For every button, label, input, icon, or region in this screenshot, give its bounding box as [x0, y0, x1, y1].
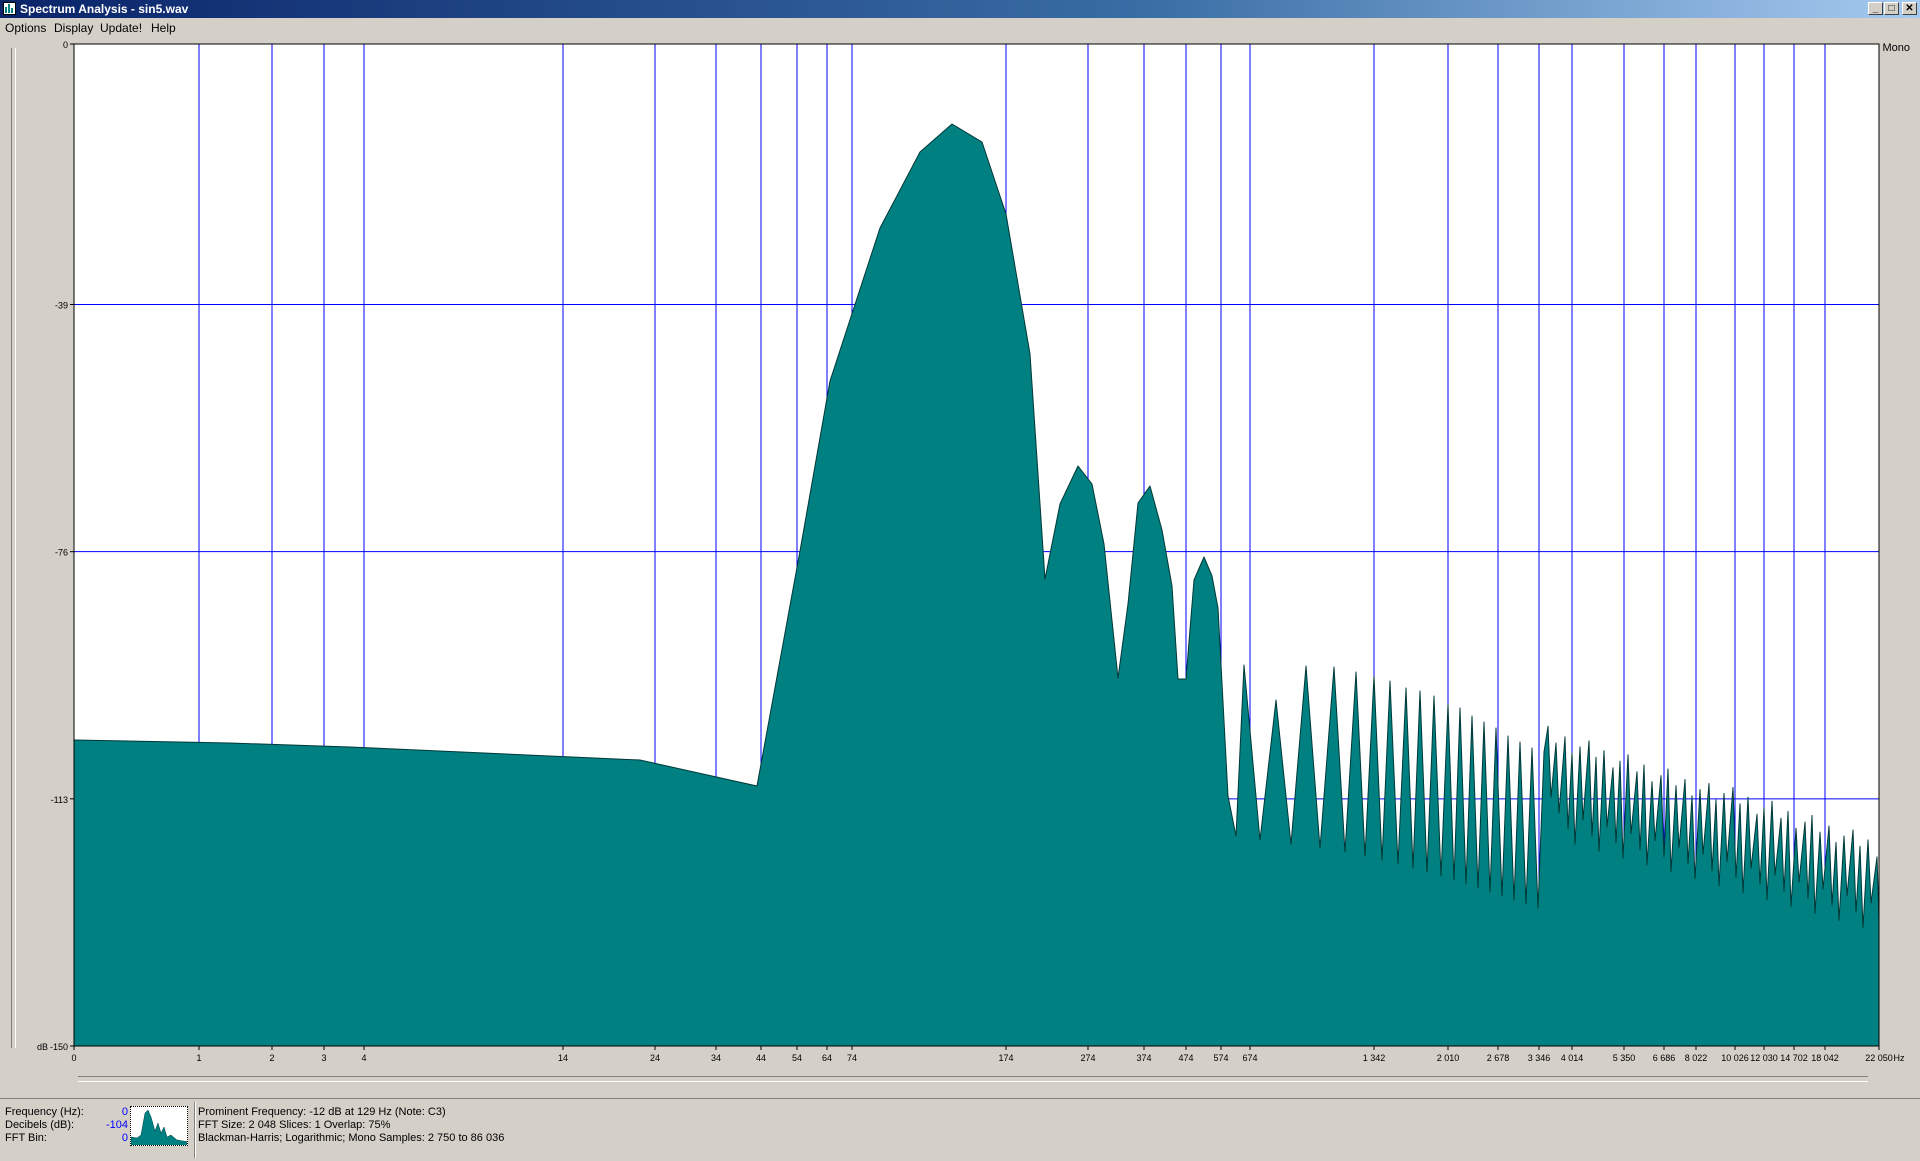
menu-display[interactable]: Display [54, 21, 93, 35]
fft-bin-label: FFT Bin: [5, 1132, 47, 1144]
x-tick-label: 12 030 [1750, 1053, 1778, 1063]
x-tick-label: 24 [650, 1053, 660, 1063]
window-title: Spectrum Analysis - sin5.wav [20, 2, 189, 16]
x-tick-label: 374 [1136, 1053, 1151, 1063]
spectrum-app-icon [3, 2, 16, 15]
x-tick-label: 0 [71, 1053, 76, 1063]
y-tick-label: -39 [55, 301, 68, 311]
restore-button[interactable]: □ [1884, 2, 1899, 15]
x-tick-label: 574 [1213, 1053, 1228, 1063]
decibels-value: -104 [105, 1119, 128, 1131]
frequency-label: Frequency (Hz): [5, 1106, 84, 1118]
x-tick-label: 22 050 [1865, 1053, 1893, 1063]
x-tick-label: 1 [196, 1053, 201, 1063]
x-tick-label: 1 342 [1363, 1053, 1386, 1063]
x-tick-label: 174 [998, 1053, 1013, 1063]
spectrum-thumbnail[interactable] [130, 1106, 188, 1146]
y-tick-label: -113 [51, 795, 68, 805]
menu-bar: Options Display Update! Help [0, 18, 1920, 38]
spectrum-chart[interactable]: 0-39-76-113-150dB0 1 2 3 4 14 24 34 44 54 64 74 174 2… [0, 36, 1920, 1100]
menu-help[interactable]: Help [151, 21, 176, 35]
x-axis-label: Hz [1894, 1053, 1905, 1063]
prominent-frequency-text: Prominent Frequency: -12 dB at 129 Hz (N… [198, 1106, 446, 1118]
fft-size-text: FFT Size: 2 048 Slices: 1 Overlap: 75% [198, 1119, 391, 1131]
x-tick-label: 2 678 [1487, 1053, 1510, 1063]
y-tick-label: -150 [50, 1042, 68, 1052]
x-tick-label: 2 010 [1437, 1053, 1460, 1063]
x-tick-label: 14 702 [1780, 1053, 1808, 1063]
x-tick-label: 274 [1080, 1053, 1095, 1063]
frequency-value: 0 [121, 1106, 128, 1118]
menu-options[interactable]: Options [5, 21, 46, 35]
y-tick-label: -76 [55, 548, 68, 558]
y-axis-label: dB [37, 1042, 48, 1052]
x-tick-label: 10 026 [1721, 1053, 1749, 1063]
title-bar: Spectrum Analysis - sin5.wav _ □ ✕ [0, 0, 1920, 18]
status-separator [194, 1102, 196, 1158]
x-tick-label: 14 [558, 1053, 568, 1063]
x-tick-label: 18 042 [1811, 1053, 1839, 1063]
x-tick-label: 4 014 [1561, 1053, 1584, 1063]
x-tick-label: 34 [711, 1053, 721, 1063]
y-tick-label: 0 [63, 40, 68, 50]
x-tick-label: 674 [1242, 1053, 1257, 1063]
x-tick-label: 8 022 [1685, 1053, 1708, 1063]
x-tick-label: 74 [847, 1053, 857, 1063]
decibels-label: Decibels (dB): [5, 1119, 75, 1131]
x-tick-label: 44 [756, 1053, 766, 1063]
x-tick-label: 2 [269, 1053, 274, 1063]
x-tick-label: 474 [1178, 1053, 1193, 1063]
x-tick-label: 54 [792, 1053, 802, 1063]
fft-bin-value: 0 [121, 1132, 128, 1144]
x-tick-label: 5 350 [1613, 1053, 1636, 1063]
close-button[interactable]: ✕ [1902, 2, 1917, 15]
channel-label: Mono [1882, 42, 1910, 54]
status-bar: Frequency (Hz): Decibels (dB): FFT Bin: … [0, 1098, 1920, 1161]
x-tick-label: 3 346 [1528, 1053, 1551, 1063]
x-tick-label: 3 [321, 1053, 326, 1063]
horizontal-scrollbar[interactable] [78, 1076, 1868, 1082]
x-tick-label: 6 686 [1653, 1053, 1676, 1063]
window-settings-text: Blackman-Harris; Logarithmic; Mono Sampl… [198, 1132, 505, 1144]
x-tick-label: 64 [822, 1053, 832, 1063]
x-tick-label: 4 [361, 1053, 366, 1063]
minimize-button[interactable]: _ [1868, 2, 1883, 15]
menu-update[interactable]: Update! [100, 21, 142, 35]
